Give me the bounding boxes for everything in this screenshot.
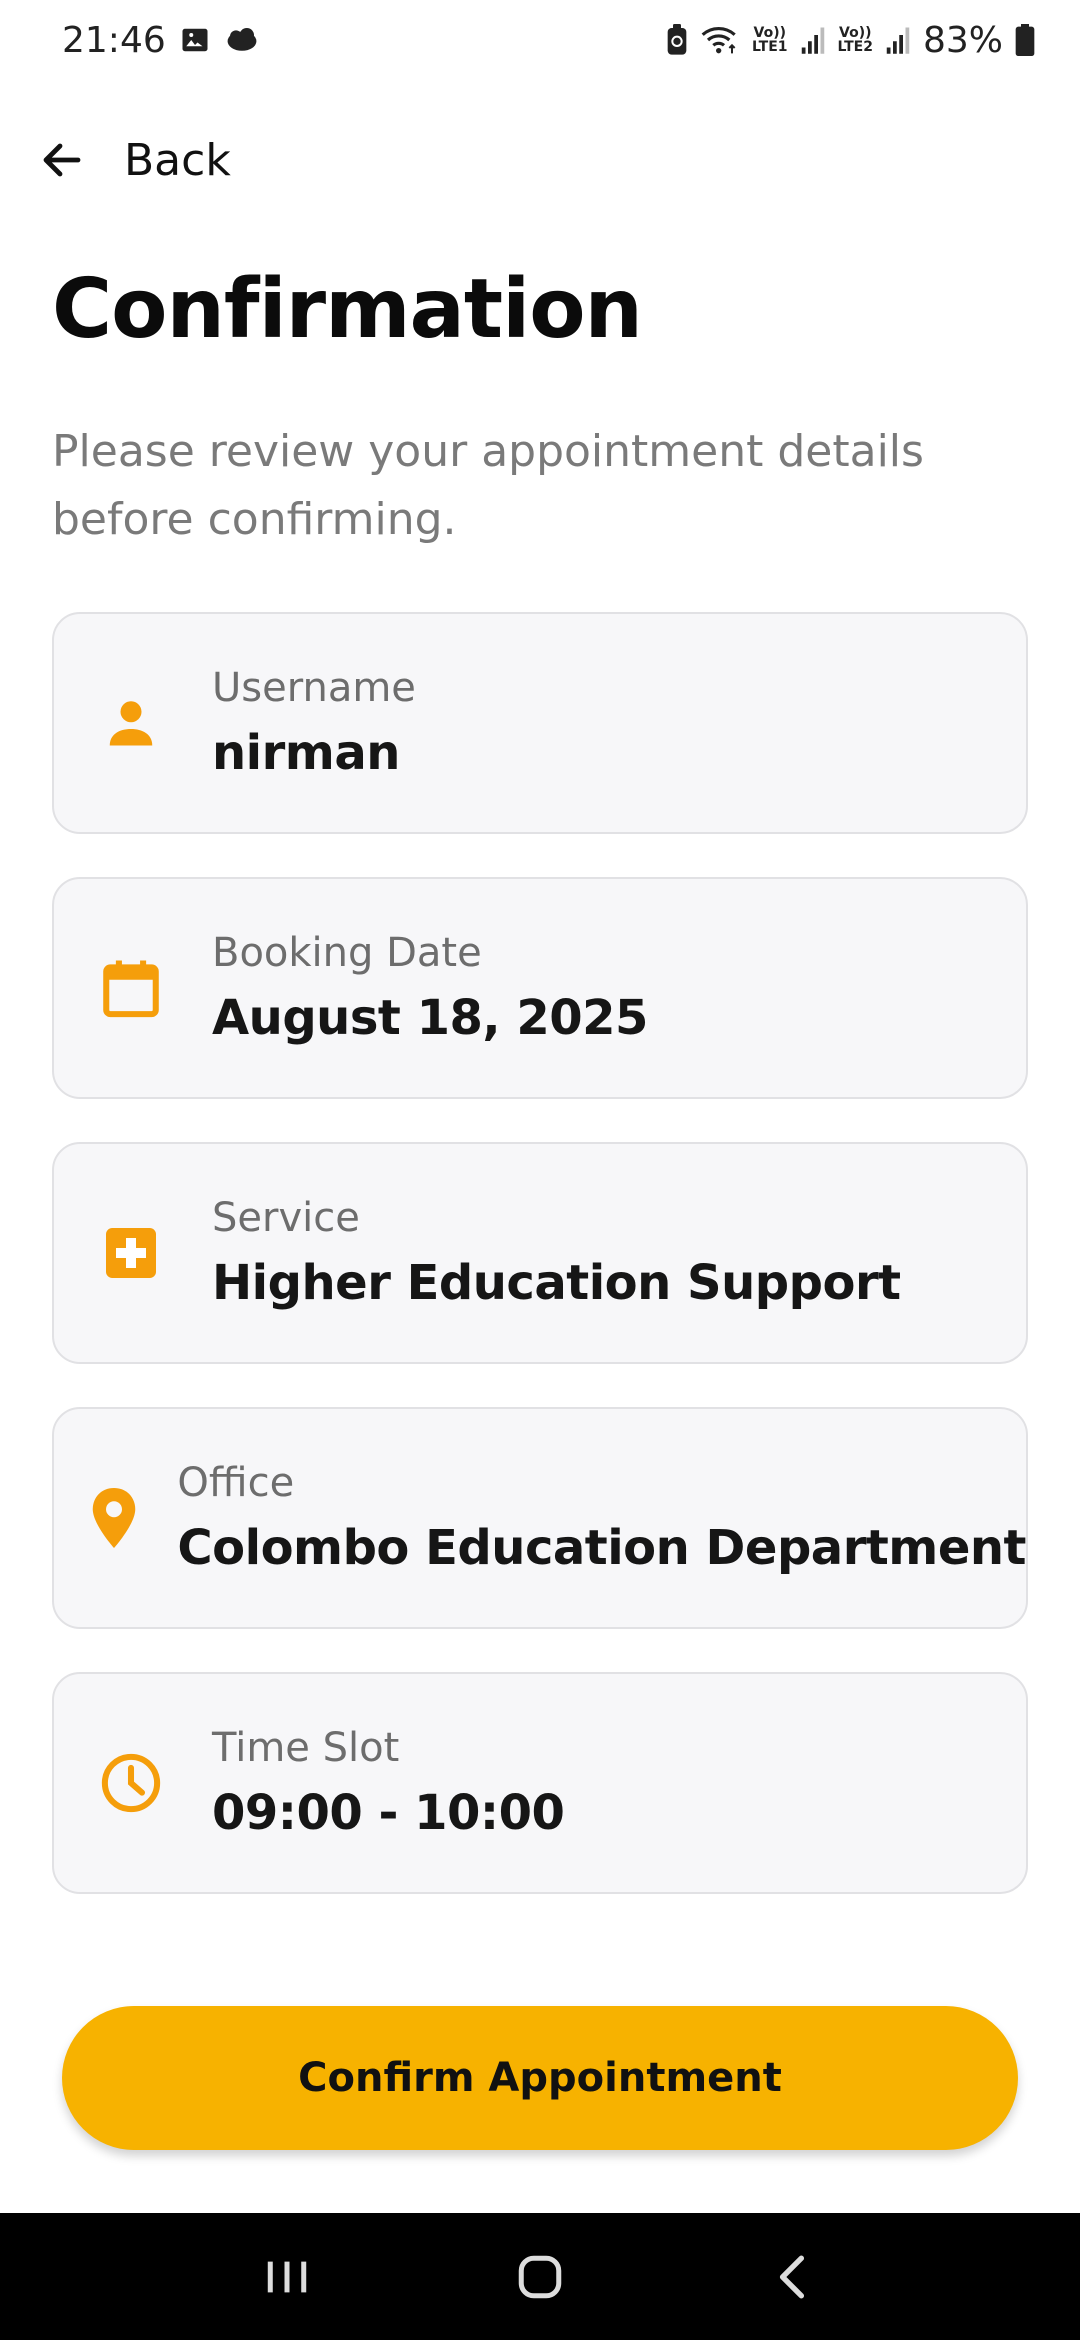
weather-icon [224, 25, 260, 55]
status-time: 21:46 [62, 19, 166, 61]
detail-label: Office [177, 1460, 295, 1506]
lte1-label: LTE1 [752, 39, 788, 55]
status-bar-right: Vo)) LTE1 Vo)) LTE2 83% [666, 20, 1035, 61]
detail-card-office: Office Colombo Education Department [52, 1407, 1028, 1629]
detail-label: Booking Date [212, 930, 482, 976]
battery-saver-icon [666, 24, 688, 56]
gallery-icon [180, 25, 210, 55]
lte2-label: LTE2 [837, 39, 873, 55]
status-bar-left: 21:46 [62, 20, 260, 61]
status-bar: 21:46 Vo)) LTE1 Vo)) LTE2 83% [0, 0, 1080, 80]
location-pin-icon [78, 1465, 149, 1571]
back-nav-icon[interactable] [733, 2227, 853, 2327]
detail-value: August 18, 2025 [212, 990, 648, 1046]
page-subtitle: Please review your appointment details b… [52, 426, 924, 545]
calendar-icon [78, 935, 184, 1041]
system-nav-bar [0, 2213, 1080, 2340]
detail-value: nirman [212, 725, 400, 781]
back-button[interactable]: Back [38, 120, 231, 200]
details-list: Username nirman Booking Date August 18, … [52, 612, 1028, 1937]
detail-label: Service [212, 1195, 360, 1241]
person-icon [78, 670, 184, 776]
page-title: Confirmation [52, 262, 643, 357]
home-icon[interactable] [480, 2227, 600, 2327]
confirm-appointment-button[interactable]: Confirm Appointment [62, 2006, 1018, 2150]
recents-icon[interactable] [227, 2227, 347, 2327]
volte-lte1-icon: Vo)) LTE1 [752, 26, 787, 54]
wifi-icon [700, 24, 740, 56]
clock-icon [78, 1730, 184, 1836]
detail-value: 09:00 - 10:00 [212, 1785, 565, 1841]
detail-card-username: Username nirman [52, 612, 1028, 834]
detail-card-service: Service Higher Education Support [52, 1142, 1028, 1364]
battery-percent: 83% [922, 19, 1003, 61]
detail-value: Higher Education Support [212, 1255, 901, 1311]
detail-value: Colombo Education Department [177, 1520, 1026, 1576]
back-label: Back [124, 134, 231, 186]
volte-lte2-icon: Vo)) LTE2 [838, 26, 873, 54]
detail-card-booking-date: Booking Date August 18, 2025 [52, 877, 1028, 1099]
medical-cross-icon [78, 1200, 184, 1306]
detail-label: Username [212, 665, 416, 711]
detail-card-time-slot: Time Slot 09:00 - 10:00 [52, 1672, 1028, 1894]
arrow-left-icon [38, 136, 86, 184]
detail-label: Time Slot [212, 1725, 400, 1771]
signal-icon [885, 25, 911, 55]
signal-icon [800, 25, 826, 55]
battery-icon [1015, 24, 1035, 56]
